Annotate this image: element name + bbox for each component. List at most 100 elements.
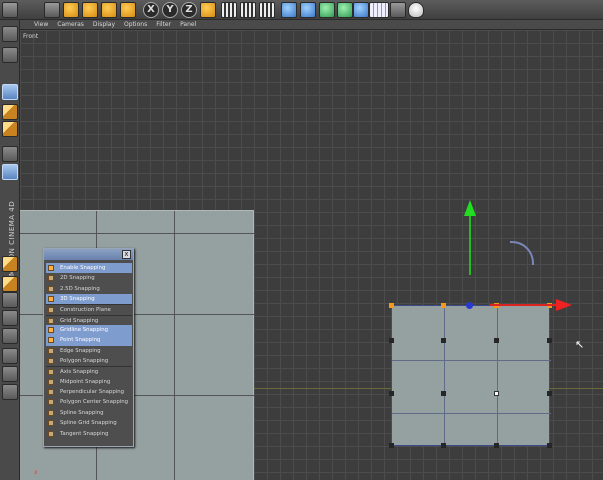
snap-checkbox-icon[interactable]	[48, 399, 54, 406]
snap-checkbox-icon[interactable]	[48, 358, 54, 365]
z-axis-icon[interactable]: Z	[181, 2, 197, 18]
locking-icon[interactable]	[2, 310, 18, 326]
make-editable-icon[interactable]	[2, 26, 18, 42]
point-handle[interactable]	[389, 338, 394, 343]
x-axis-icon[interactable]: X	[143, 2, 159, 18]
menu-display[interactable]: Display	[93, 20, 115, 30]
selected-point-handle[interactable]	[494, 391, 499, 396]
snap-checkbox-icon[interactable]	[48, 307, 54, 314]
snap-checkbox-icon[interactable]	[48, 409, 54, 416]
point-handle[interactable]	[389, 391, 394, 396]
point-handle[interactable]	[441, 443, 446, 448]
edges-icon[interactable]	[2, 256, 18, 272]
snapping-option[interactable]: Axis Snapping	[46, 366, 132, 376]
snapping-option-label: Perpendicular Snapping	[60, 389, 125, 396]
close-button[interactable]: x	[122, 250, 131, 259]
snapping-option[interactable]: 2D Snapping	[46, 273, 132, 283]
snap-checkbox-icon[interactable]	[48, 347, 54, 354]
object-center-handle[interactable]	[466, 302, 473, 309]
spline-pen-icon[interactable]	[300, 2, 316, 18]
snapping-option[interactable]: Tangent Snapping	[46, 429, 132, 439]
menu-options[interactable]: Options	[124, 20, 147, 30]
snap-checkbox-icon[interactable]	[48, 285, 54, 292]
snapping-option[interactable]: Grid Snapping	[46, 314, 132, 325]
snap-checkbox-icon[interactable]	[48, 275, 54, 282]
snapping-panel-titlebar[interactable]: x	[44, 249, 133, 260]
snapping-option[interactable]: 2.5D Snapping	[46, 284, 132, 294]
menu-filter[interactable]: Filter	[156, 20, 171, 30]
point-handle[interactable]	[441, 303, 446, 308]
render-view-icon[interactable]	[221, 2, 237, 18]
model-mode-icon[interactable]	[2, 84, 18, 100]
menu-view[interactable]: View	[34, 20, 48, 30]
world-coordinate-icon[interactable]	[200, 2, 216, 18]
menu-cameras[interactable]: Cameras	[57, 20, 84, 30]
snapping-option[interactable]: Construction Plane	[46, 304, 132, 314]
array-icon[interactable]	[337, 2, 353, 18]
point-handle[interactable]	[547, 391, 552, 396]
snapping-option[interactable]: Polygon Center Snapping	[46, 397, 132, 407]
y-axis-arrow-icon[interactable]	[464, 200, 476, 216]
scene-icon[interactable]	[390, 2, 406, 18]
snapping-option[interactable]: Spline Grid Snapping	[46, 418, 132, 428]
cube-icon[interactable]	[281, 2, 297, 18]
snapping-option[interactable]: Perpendicular Snapping	[46, 387, 132, 397]
snap-checkbox-icon[interactable]	[48, 378, 54, 385]
snapping-option[interactable]: Edge Snapping	[46, 346, 132, 356]
tweak-icon[interactable]	[2, 292, 18, 308]
point-handle[interactable]	[547, 443, 552, 448]
x-axis-handle[interactable]	[490, 304, 560, 306]
point-handle[interactable]	[494, 338, 499, 343]
move-icon[interactable]	[63, 2, 79, 18]
point-handle[interactable]	[441, 338, 446, 343]
y-axis-handle[interactable]	[469, 215, 471, 275]
snap-checkbox-icon[interactable]	[48, 265, 54, 271]
add-icon[interactable]	[120, 2, 136, 18]
snap-checkbox-icon[interactable]	[48, 369, 54, 376]
polygons-icon[interactable]	[2, 276, 18, 292]
snapping-option[interactable]: Polygon Snapping	[46, 356, 132, 366]
snap-checkbox-icon[interactable]	[48, 337, 54, 344]
workplane-icon[interactable]	[2, 146, 18, 162]
snap-checkbox-icon[interactable]	[48, 389, 54, 396]
render-picture-queue-icon[interactable]	[240, 2, 256, 18]
snapping-option[interactable]: Spline Snapping	[46, 408, 132, 418]
snapping-option[interactable]: Point Snapping	[46, 335, 132, 346]
rotation-arc-handle[interactable]	[510, 241, 534, 265]
menu-panel[interactable]: Panel	[180, 20, 196, 30]
point-handle[interactable]	[389, 443, 394, 448]
extrude-icon[interactable]	[2, 366, 18, 382]
snap-checkbox-icon[interactable]	[48, 317, 54, 324]
object-axis-icon[interactable]	[2, 104, 18, 120]
point-handle[interactable]	[441, 391, 446, 396]
point-handle[interactable]	[547, 338, 552, 343]
snapping-option[interactable]: Enable Snapping	[46, 263, 132, 274]
mesh-check-icon[interactable]	[2, 328, 18, 344]
magnet-icon[interactable]	[2, 348, 18, 364]
selected-polygon-object[interactable]	[391, 305, 551, 447]
snap-icon[interactable]	[2, 164, 18, 180]
select-icon[interactable]	[44, 2, 60, 18]
nurbs-icon[interactable]	[319, 2, 335, 18]
point-handle[interactable]	[494, 443, 499, 448]
snap-checkbox-icon[interactable]	[48, 430, 54, 437]
undo-icon[interactable]	[2, 2, 18, 18]
snapping-option[interactable]: Midpoint Snapping	[46, 377, 132, 387]
snap-checkbox-icon[interactable]	[48, 420, 54, 427]
points-mode-icon[interactable]	[2, 121, 18, 137]
x-axis-arrow-icon[interactable]	[556, 299, 572, 311]
rotate-icon[interactable]	[101, 2, 117, 18]
snap-checkbox-icon[interactable]	[48, 296, 54, 303]
texture-mode-icon[interactable]	[2, 47, 18, 63]
y-axis-icon[interactable]: Y	[162, 2, 178, 18]
knife-icon[interactable]	[2, 384, 18, 400]
keyboard-icon[interactable]	[369, 2, 389, 18]
render-settings-icon[interactable]	[259, 2, 275, 18]
light-icon[interactable]	[408, 2, 424, 18]
snapping-option[interactable]: 3D Snapping	[46, 294, 132, 305]
deformer-icon[interactable]	[353, 2, 369, 18]
scale-icon[interactable]	[82, 2, 98, 18]
point-handle[interactable]	[389, 303, 394, 308]
snapping-option[interactable]: Gridline Snapping	[46, 325, 132, 336]
snap-checkbox-icon[interactable]	[48, 327, 54, 334]
